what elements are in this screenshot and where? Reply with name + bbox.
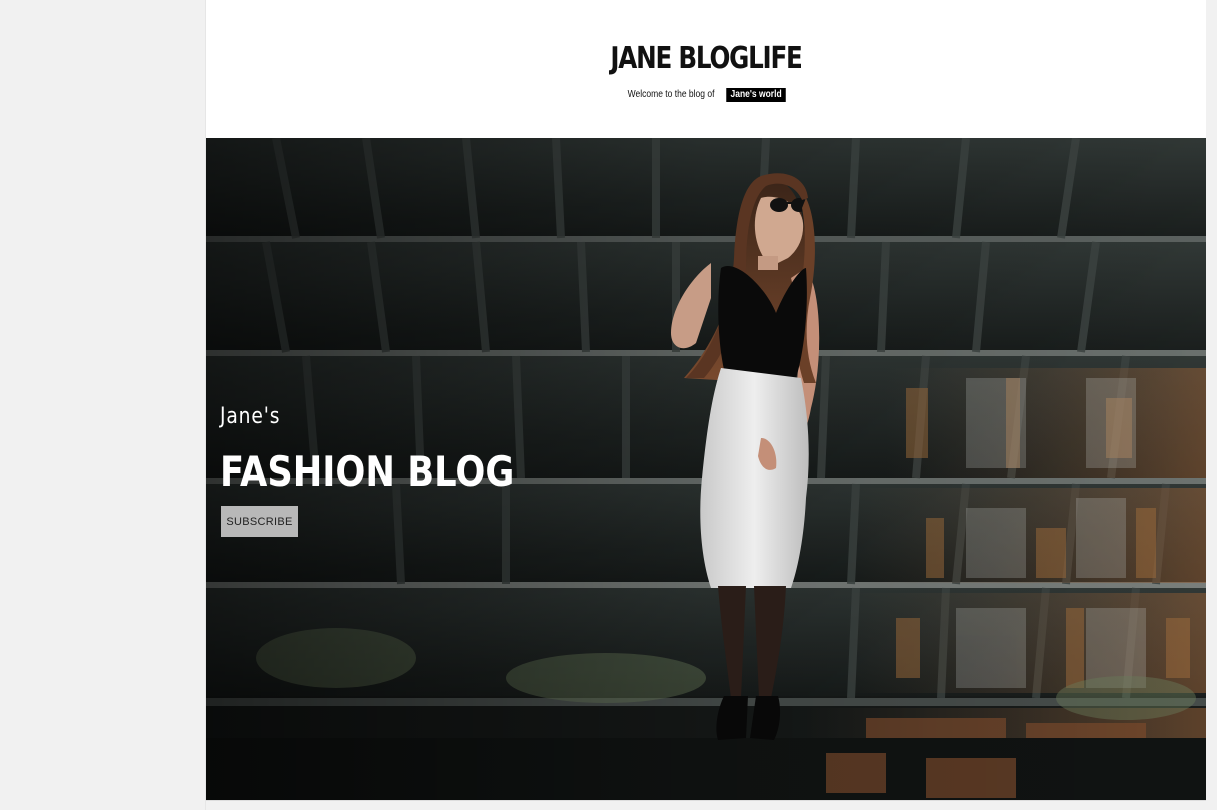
site-header: JANE BLOGLIFE Welcome to the blog of Jan… (206, 0, 1206, 138)
site-title[interactable]: JANE BLOGLIFE (296, 40, 1116, 78)
site-tagline: Welcome to the blog of Jane's world (206, 88, 1206, 102)
tagline-text: Welcome to the blog of (628, 89, 715, 100)
hero-kicker: Jane's (220, 404, 281, 429)
hero-banner: Jane's FASHION BLOG SUBSCRIBE (206, 138, 1206, 800)
tagline-highlight: Jane's world (726, 88, 787, 102)
hero-title: FASHION BLOG (220, 447, 515, 496)
subscribe-button[interactable]: SUBSCRIBE (221, 506, 298, 537)
page-container: JANE BLOGLIFE Welcome to the blog of Jan… (206, 0, 1206, 810)
page-bottom-strip (206, 800, 1206, 810)
